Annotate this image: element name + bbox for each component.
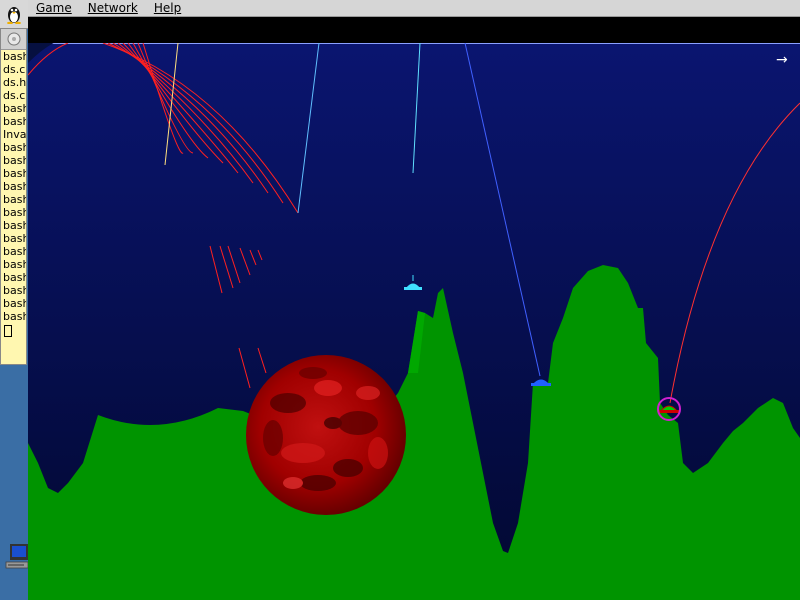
taskbar-item[interactable]: bash	[1, 271, 26, 284]
status-strip	[28, 17, 800, 43]
disc-icon	[7, 32, 20, 46]
taskbar-item[interactable]: bash	[1, 206, 26, 219]
taskbar-item[interactable]: bash	[1, 180, 26, 193]
taskbar-item[interactable]: bash	[1, 167, 26, 180]
menu-game[interactable]: Game	[28, 1, 80, 15]
taskbar-item[interactable]: bash	[1, 219, 26, 232]
taskbar-item[interactable]: bash	[1, 245, 26, 258]
menu-bar: Game Network Help	[28, 0, 800, 17]
taskbar-item[interactable]: ds.c	[1, 89, 26, 102]
planet	[246, 355, 406, 515]
taskbar: bashds.cds.hds.cbashbashInvabashbashbash…	[0, 28, 27, 365]
taskbar-item[interactable]: bash	[1, 193, 26, 206]
menu-help-label: Help	[153, 1, 182, 15]
taskbar-item[interactable]: bash	[1, 102, 26, 115]
taskbar-item[interactable]: Inva	[1, 128, 26, 141]
wind-indicator: →	[776, 52, 788, 68]
taskbar-item[interactable]: bash	[1, 50, 26, 63]
taskbar-item[interactable]: bash	[1, 310, 26, 323]
taskbar-list: bashds.cds.hds.cbashbashInvabashbashbash…	[1, 50, 26, 323]
game-canvas[interactable]: →	[28, 43, 800, 600]
text-cursor	[4, 325, 12, 337]
taskbar-item[interactable]: bash	[1, 232, 26, 245]
taskbar-item[interactable]: bash	[1, 154, 26, 167]
menu-help[interactable]: Help	[146, 1, 189, 15]
taskbar-item[interactable]: bash	[1, 284, 26, 297]
desktop-strip: bashds.cds.hds.cbashbashInvabashbashbash…	[0, 0, 28, 600]
taskbar-item[interactable]: bash	[1, 297, 26, 310]
computer-icon[interactable]	[4, 540, 28, 580]
taskbar-item[interactable]: ds.c	[1, 63, 26, 76]
menu-network-label: Network	[87, 1, 138, 15]
taskbar-header[interactable]	[1, 29, 26, 50]
taskbar-item[interactable]: bash	[1, 115, 26, 128]
tux-icon[interactable]	[0, 0, 28, 29]
taskbar-item[interactable]: bash	[1, 141, 26, 154]
menu-game-label: Game	[36, 1, 72, 15]
taskbar-item[interactable]: bash	[1, 258, 26, 271]
game-field[interactable]: →	[28, 43, 800, 600]
taskbar-item[interactable]: ds.h	[1, 76, 26, 89]
menu-network[interactable]: Network	[80, 1, 146, 15]
